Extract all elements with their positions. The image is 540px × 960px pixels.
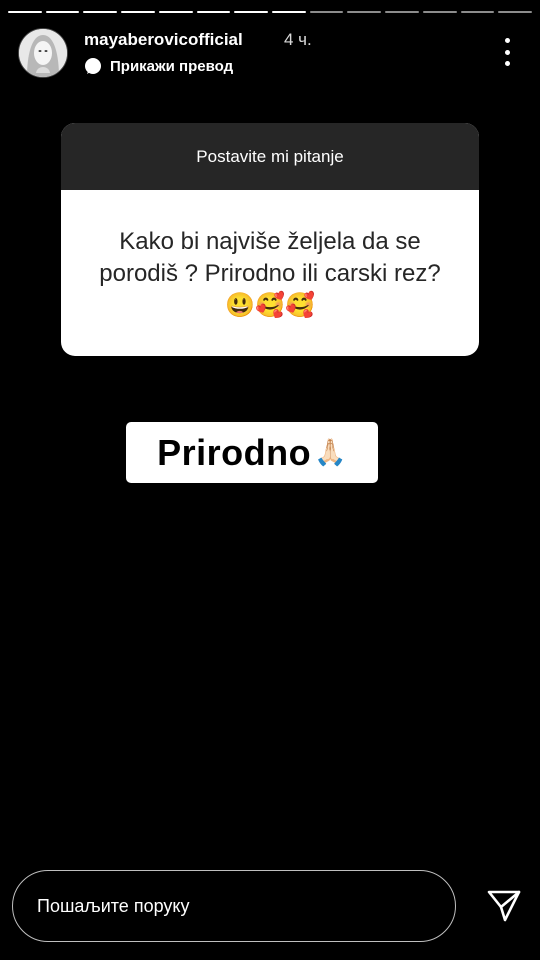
- progress-segment: [8, 11, 42, 13]
- post-time: 4 ч.: [284, 30, 312, 49]
- show-translation-button[interactable]: Прикажи превод: [84, 57, 233, 75]
- progress-segment: [158, 11, 193, 13]
- answer-text: Prirodno: [157, 431, 312, 473]
- avatar[interactable]: [18, 28, 68, 78]
- question-text: Kako bi najviše željela da se porodiš ? …: [99, 228, 441, 319]
- progress-segment: [309, 11, 344, 13]
- show-translation-label: Прикажи превод: [110, 57, 234, 75]
- progress-segment: [385, 11, 419, 13]
- send-icon[interactable]: [486, 888, 522, 924]
- progress-segment: [272, 11, 306, 13]
- progress-segment: [121, 11, 155, 13]
- translate-bubble-icon: [85, 58, 101, 74]
- send-message-input[interactable]: [12, 870, 456, 942]
- avatar-portrait-icon: [19, 29, 67, 77]
- question-sticker-title: Postavite mi pitanje: [61, 123, 479, 190]
- progress-segment: [460, 11, 495, 13]
- progress-segment: [196, 11, 231, 13]
- progress-segment: [498, 11, 533, 13]
- progress-segment: [422, 11, 457, 13]
- story-header: mayaberovicofficial 4 ч. Прикажи превод: [18, 28, 522, 78]
- progress-segment: [83, 11, 118, 13]
- answer-sticker: Prirodno 🙏🏻: [126, 422, 378, 483]
- progress-segment: [234, 11, 269, 13]
- more-options-icon[interactable]: [502, 38, 512, 66]
- progress-segment: [45, 11, 80, 13]
- question-sticker: Postavite mi pitanje Kako bi najviše žel…: [61, 123, 479, 356]
- message-footer: [12, 870, 522, 942]
- progress-segment: [347, 11, 382, 13]
- story-progress: [8, 11, 533, 13]
- praying-hands-emoji: 🙏🏻: [314, 437, 347, 467]
- username[interactable]: mayaberovicofficial: [84, 30, 243, 50]
